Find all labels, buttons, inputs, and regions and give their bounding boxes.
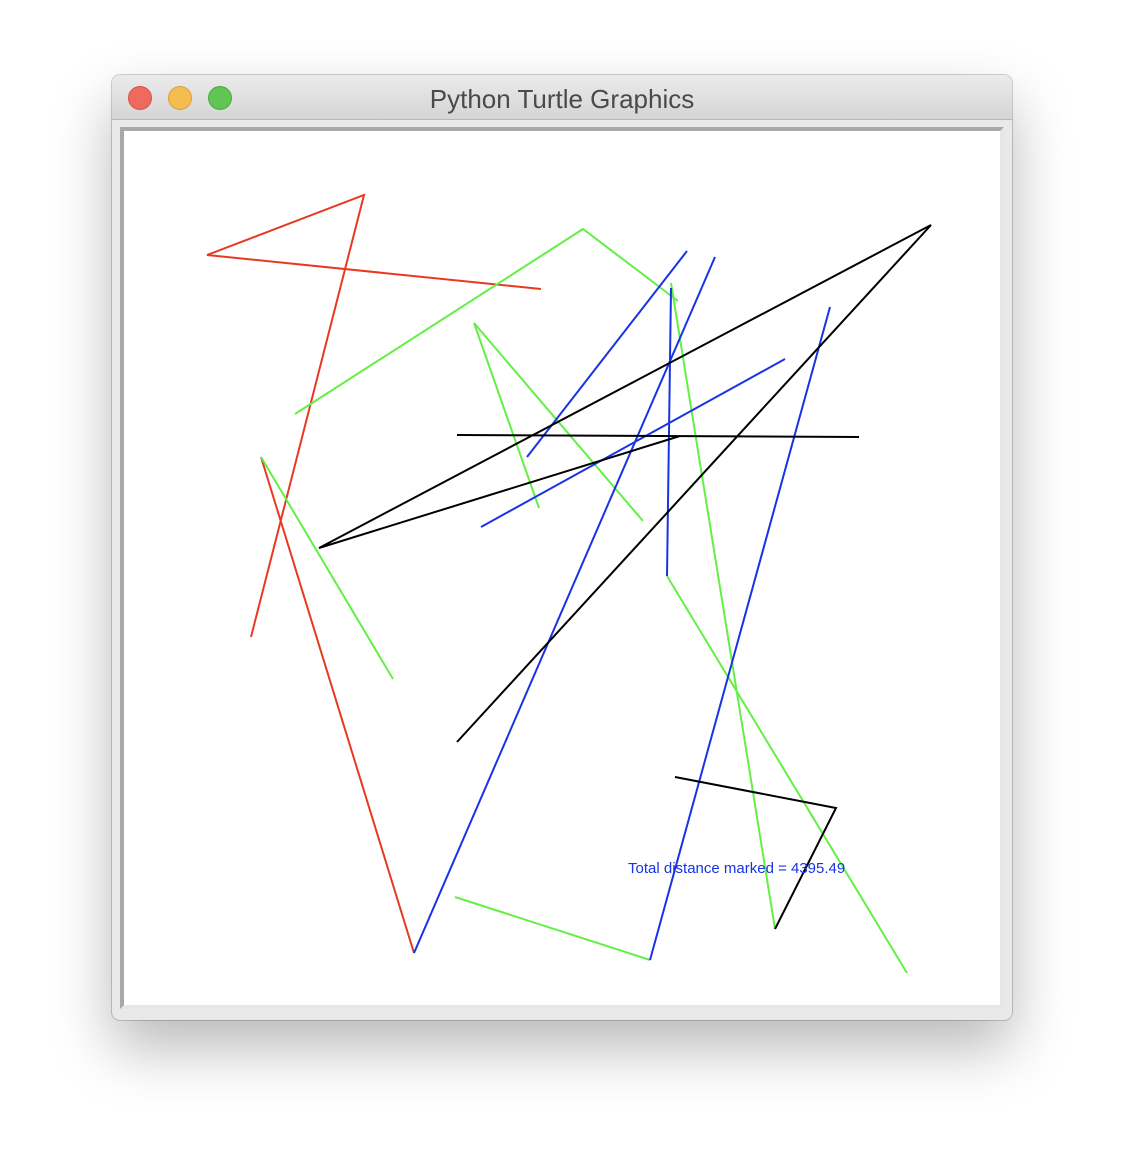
blue-path-4 bbox=[666, 287, 672, 577]
red-path bbox=[206, 193, 542, 638]
green-path-2 bbox=[473, 322, 540, 509]
black-path-2 bbox=[318, 224, 932, 743]
red-path-2 bbox=[260, 456, 415, 954]
green-path-6 bbox=[666, 575, 908, 974]
green-path-4 bbox=[260, 456, 394, 680]
turtle-drawing: Total distance marked = 4395.49 bbox=[206, 193, 932, 974]
green-path-1 bbox=[294, 227, 679, 415]
total-distance-readout: Total distance marked = 4395.49 bbox=[628, 860, 845, 877]
black-path-1 bbox=[456, 434, 860, 438]
green-path-5 bbox=[670, 282, 776, 930]
black-path-3 bbox=[674, 776, 838, 930]
green-path-7 bbox=[454, 896, 651, 961]
